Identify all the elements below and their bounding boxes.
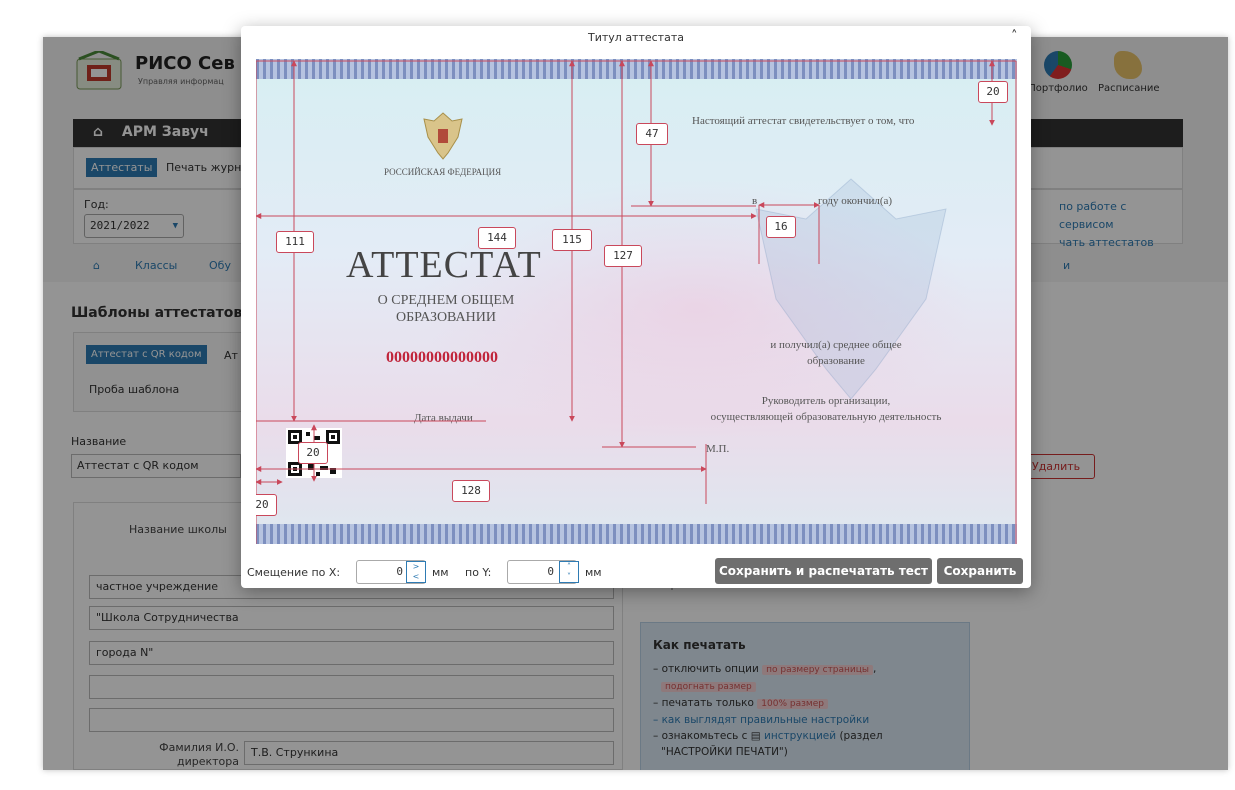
offset-x-unit: мм xyxy=(432,566,449,579)
certificate-modal: Титул аттестата ˄ РОССИЙСКАЯ ФЕДЕРАЦИЯ А… xyxy=(241,26,1031,588)
dim-left-20: 20 xyxy=(256,494,277,516)
dim-144: 144 xyxy=(478,227,516,249)
offset-x-stepper[interactable]: > < xyxy=(406,561,426,583)
dim-47: 47 xyxy=(636,123,668,145)
chevron-right-icon[interactable]: > xyxy=(407,562,425,572)
chevron-down-icon[interactable]: ˅ xyxy=(560,572,578,582)
chevron-up-icon[interactable]: ˄ xyxy=(560,562,578,572)
dim-127: 127 xyxy=(604,245,642,267)
save-button[interactable]: Сохранить xyxy=(937,558,1023,584)
offset-x-label: Смещение по X: xyxy=(247,566,341,579)
certificate-preview: РОССИЙСКАЯ ФЕДЕРАЦИЯ АТТЕСТАТ О СРЕДНЕМ … xyxy=(256,59,1017,544)
offset-y-unit: мм xyxy=(585,566,602,579)
dim-16: 16 xyxy=(766,216,796,238)
save-and-print-button[interactable]: Сохранить и распечатать тест xyxy=(715,558,932,584)
dim-top-right: 20 xyxy=(978,81,1008,103)
modal-footer: Смещение по X: 0 > < мм по Y: 0 ˄ ˅ мм С… xyxy=(241,556,1031,586)
chevron-left-icon[interactable]: < xyxy=(407,572,425,582)
modal-title: Титул аттестата xyxy=(588,31,684,44)
dim-128: 128 xyxy=(452,480,490,502)
dim-111: 111 xyxy=(276,231,314,253)
collapse-icon[interactable]: ˄ xyxy=(1011,29,1018,44)
dim-qr-20: 20 xyxy=(298,442,328,464)
offset-y-label: по Y: xyxy=(465,566,492,579)
offset-y-stepper[interactable]: ˄ ˅ xyxy=(559,561,579,583)
dim-115: 115 xyxy=(552,229,592,251)
